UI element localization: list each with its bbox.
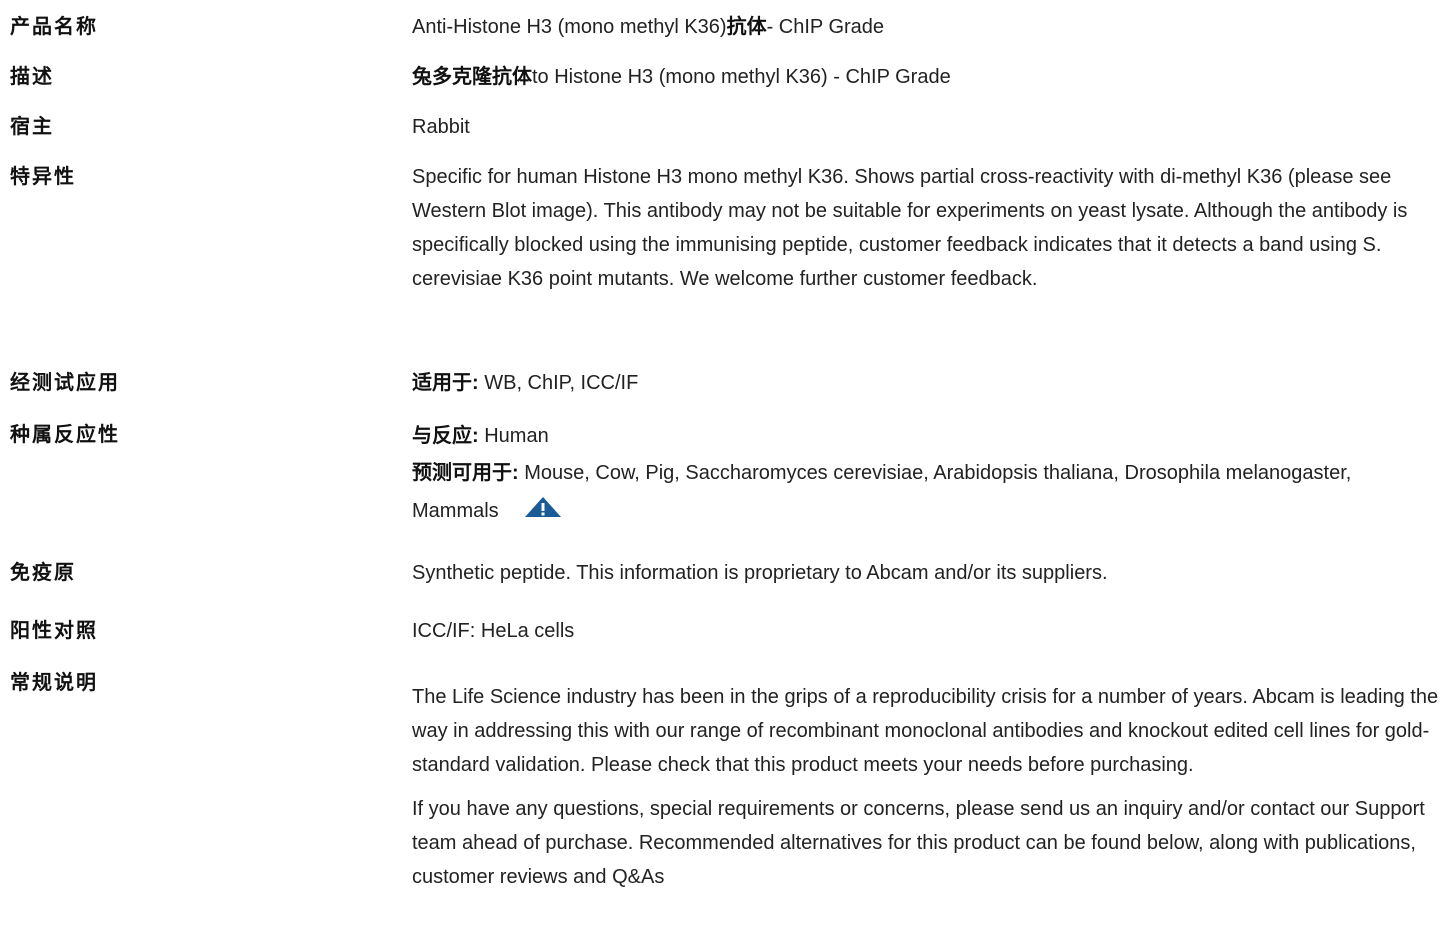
reacts-with-text: Human [478, 425, 549, 447]
general-notes-paragraph-1: The Life Science industry has been in th… [412, 686, 1439, 776]
product-name-value: Anti-Histone H3 (mono methyl K36)抗体- ChI… [412, 10, 1442, 44]
description-text: to Histone H3 (mono methyl K36) - ChIP G… [532, 66, 951, 88]
predicted-line: 预测可用于: Mouse, Cow, Pig, Saccharomyces ce… [412, 454, 1442, 530]
tested-applications-value: 适用于: WB, ChIP, ICC/IF [412, 366, 1442, 400]
description-label: 描述 [10, 66, 54, 88]
tested-applications-prefix: 适用于: [412, 372, 479, 394]
specificity-value: Specific for human Histone H3 mono methy… [412, 166, 1408, 290]
general-notes-label: 常规说明 [10, 672, 98, 694]
host-value: Rabbit [412, 116, 470, 138]
product-name-text: Anti-Histone H3 (mono methyl K36) [412, 16, 727, 38]
positive-control-label: 阳性对照 [10, 620, 98, 642]
product-name-suffix: - ChIP Grade [766, 16, 885, 38]
host-label: 宿主 [10, 116, 54, 138]
species-reactivity-label: 种属反应性 [10, 424, 120, 446]
tested-applications-text: WB, ChIP, ICC/IF [478, 372, 639, 394]
predicted-prefix: 预测可用于: [412, 462, 519, 484]
product-name-bold: 抗体 [726, 16, 767, 38]
specificity-label: 特异性 [10, 166, 76, 188]
reacts-with-line: 与反应: Human [412, 418, 1442, 454]
immunogen-label: 免疫原 [10, 562, 76, 584]
species-reactivity-value: 与反应: Human 预测可用于: Mouse, Cow, Pig, Sacch… [412, 418, 1442, 530]
description-value: 兔多克隆抗体to Histone H3 (mono methyl K36) - … [412, 60, 1442, 94]
immunogen-value: Synthetic peptide. This information is p… [412, 562, 1108, 584]
warning-triangle-icon[interactable] [523, 493, 563, 517]
general-notes-value: The Life Science industry has been in th… [412, 680, 1442, 894]
general-notes-paragraph-2: If you have any questions, special requi… [412, 798, 1425, 888]
tested-applications-label: 经测试应用 [10, 372, 120, 394]
description-bold: 兔多克隆抗体 [412, 66, 532, 88]
positive-control-value: ICC/IF: HeLa cells [412, 620, 575, 642]
product-name-label: 产品名称 [10, 16, 98, 38]
reacts-with-prefix: 与反应: [412, 425, 479, 447]
